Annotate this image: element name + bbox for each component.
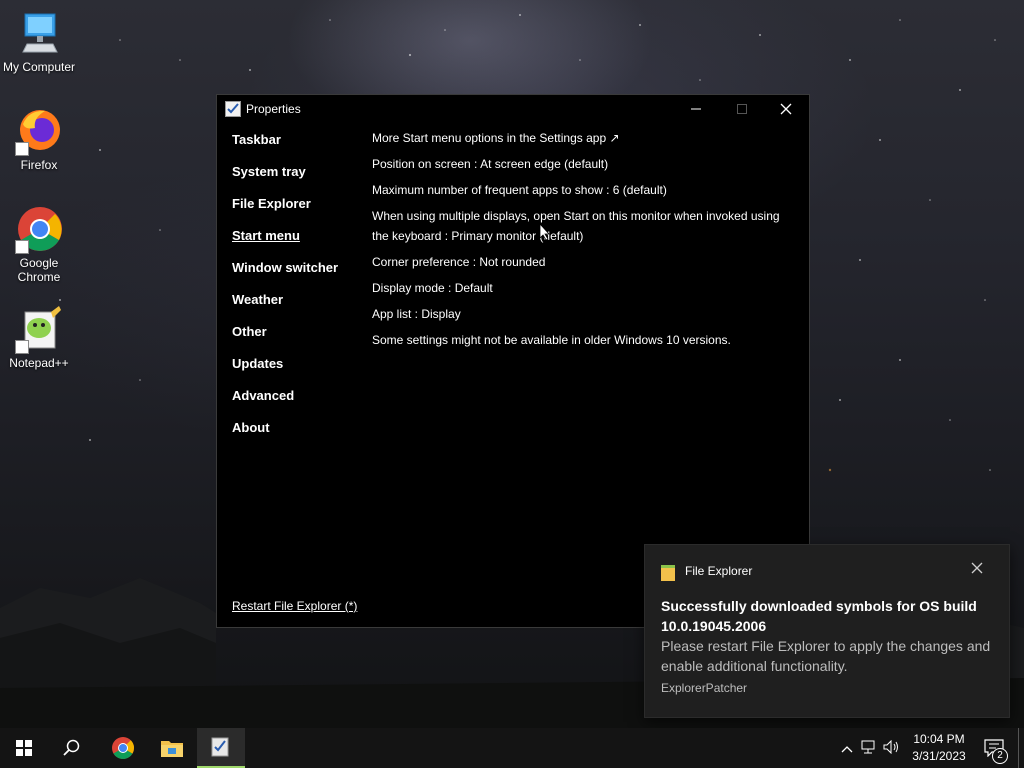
nav-item-advanced[interactable]: Advanced: [232, 383, 362, 415]
nav-item-taskbar[interactable]: Taskbar: [232, 127, 362, 159]
action-center-button[interactable]: 2: [978, 728, 1012, 768]
setting-corner-preference[interactable]: Corner preference : Not rounded: [372, 252, 797, 272]
nav-item-start-menu[interactable]: Start menu: [232, 223, 362, 255]
toast-app-name: File Explorer: [685, 564, 753, 578]
close-icon: [780, 103, 792, 115]
chrome-icon: [112, 737, 134, 759]
setting-display-mode[interactable]: Display mode : Default: [372, 278, 797, 298]
shortcut-arrow-icon: [15, 142, 29, 156]
mouse-cursor-icon: [539, 223, 550, 241]
nav-item-about[interactable]: About: [232, 415, 362, 447]
chevron-up-icon: [841, 745, 853, 752]
settings-app-link[interactable]: More Start menu options in the Settings …: [372, 128, 797, 148]
nav-item-weather[interactable]: Weather: [232, 287, 362, 319]
taskbar-file-explorer[interactable]: [148, 728, 196, 768]
desktop-icon-google-chrome[interactable]: Google Chrome: [1, 206, 77, 284]
file-explorer-icon: [661, 565, 675, 581]
clock-date: 3/31/2023: [912, 749, 966, 763]
chrome-icon: [15, 206, 63, 254]
maximize-button[interactable]: [719, 95, 765, 123]
setting-multiple-displays[interactable]: When using multiple displays, open Start…: [372, 206, 797, 246]
search-icon: [63, 739, 80, 756]
desktop-icon-label: Firefox: [20, 158, 58, 172]
system-tray: [838, 728, 902, 768]
setting-position-on-screen[interactable]: Position on screen : At screen edge (def…: [372, 154, 797, 174]
notification-count-badge: 2: [992, 748, 1008, 764]
desktop-icon-my-computer[interactable]: My Computer: [1, 10, 77, 74]
setting-app-list[interactable]: App list : Display: [372, 304, 797, 324]
toast-source: ExplorerPatcher: [661, 681, 748, 695]
restart-file-explorer-link[interactable]: Restart File Explorer (*): [232, 599, 357, 613]
desktop-icon-label: Notepad++: [9, 356, 69, 370]
nav-item-other[interactable]: Other: [232, 319, 362, 351]
network-icon: [861, 740, 875, 753]
computer-icon: [15, 10, 63, 58]
desktop-icon-label: Google Chrome: [17, 256, 61, 284]
window-title: Properties: [246, 102, 301, 116]
nav-item-file-explorer[interactable]: File Explorer: [232, 191, 362, 223]
maximize-icon: [737, 104, 747, 114]
show-hidden-icons-button[interactable]: [838, 741, 856, 756]
taskbar-clock[interactable]: 10:04 PM 3/31/2023: [900, 731, 978, 765]
close-button[interactable]: [763, 95, 809, 123]
start-button[interactable]: [0, 728, 48, 768]
close-icon: [971, 562, 983, 574]
shortcut-arrow-icon: [15, 340, 29, 354]
network-button[interactable]: [856, 740, 880, 757]
taskbar-chrome[interactable]: [99, 728, 147, 768]
shortcut-arrow-icon: [15, 240, 29, 254]
firefox-icon: [15, 108, 63, 156]
speaker-icon: [883, 739, 898, 754]
windows-logo-icon: [16, 740, 32, 756]
nav-item-window-switcher[interactable]: Window switcher: [232, 255, 362, 287]
settings-nav: Taskbar System tray File Explorer Start …: [232, 127, 362, 447]
taskbar-properties-app[interactable]: [197, 728, 245, 768]
toast-body: Please restart File Explorer to apply th…: [661, 638, 991, 674]
taskbar: 10:04 PM 3/31/2023 2: [0, 728, 1024, 768]
compatibility-note: Some settings might not be available in …: [372, 333, 731, 347]
minimize-icon: [691, 108, 701, 110]
nav-item-updates[interactable]: Updates: [232, 351, 362, 383]
folder-icon: [161, 741, 183, 757]
clock-time: 10:04 PM: [913, 732, 965, 746]
settings-content: More Start menu options in the Settings …: [372, 128, 797, 356]
minimize-button[interactable]: [673, 95, 719, 123]
properties-app-icon: [211, 737, 229, 757]
search-button[interactable]: [48, 728, 96, 768]
volume-button[interactable]: [880, 739, 902, 757]
toast-title: Successfully downloaded symbols for OS b…: [661, 598, 977, 634]
toast-notification[interactable]: File Explorer Successfully downloaded sy…: [644, 544, 1010, 718]
toast-close-button[interactable]: [971, 561, 983, 577]
setting-frequent-apps[interactable]: Maximum number of frequent apps to show …: [372, 180, 797, 200]
properties-app-icon: [225, 101, 241, 117]
nav-item-system-tray[interactable]: System tray: [232, 159, 362, 191]
desktop-icon-notepad-plus-plus[interactable]: Notepad++: [1, 306, 77, 370]
desktop-icon-label: My Computer: [2, 60, 76, 74]
desktop-icon-firefox[interactable]: Firefox: [1, 108, 77, 172]
show-desktop-button[interactable]: [1018, 728, 1019, 768]
notepad-plus-plus-icon: [15, 306, 63, 354]
window-titlebar[interactable]: Properties: [217, 95, 809, 123]
